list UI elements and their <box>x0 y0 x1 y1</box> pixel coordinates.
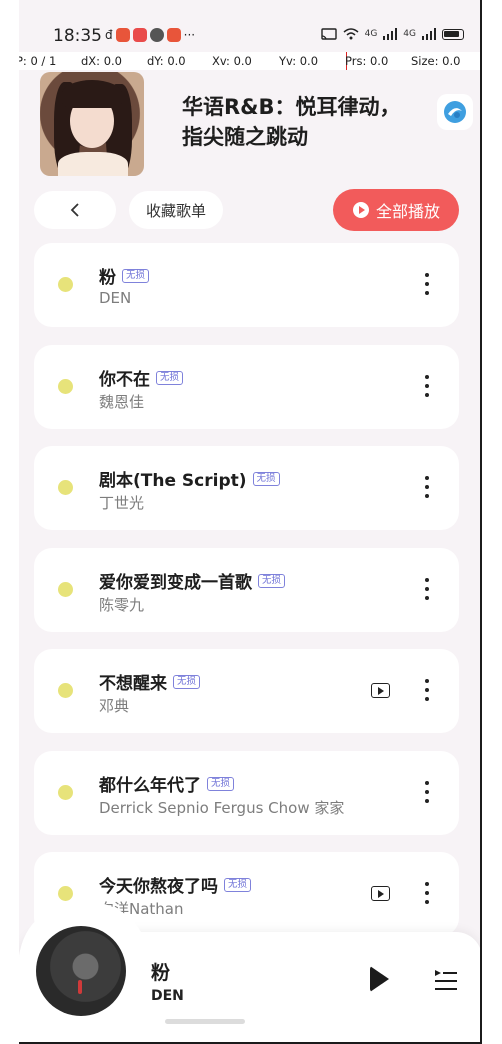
signal-bars-icon <box>383 28 398 40</box>
more-options-icon[interactable] <box>417 373 437 399</box>
debug-prs: Prs: 0.0 <box>345 54 389 68</box>
song-artist: 丁世光 <box>99 494 145 512</box>
song-status-dot <box>58 582 73 597</box>
chevron-left-icon <box>70 203 79 217</box>
song-title-row: 不想醒来 无损 <box>99 669 201 694</box>
avatar-notification-icon <box>149 28 164 42</box>
lossless-badge: 无损 <box>156 370 184 385</box>
now-playing-cover[interactable] <box>36 926 126 1016</box>
more-options-icon[interactable] <box>417 576 437 602</box>
lossless-badge: 无损 <box>224 877 252 892</box>
wifi-icon <box>343 28 359 40</box>
song-title-row: 爱你爱到变成一首歌 无损 <box>99 568 286 593</box>
playlist-title: 华语R&B：悦耳律动，指尖随之跳动 <box>182 95 401 149</box>
app-notification-icon <box>132 28 147 42</box>
favorite-playlist-button[interactable]: 收藏歌单 <box>129 191 223 229</box>
signal-label-1: 4G <box>364 29 378 39</box>
cast-icon <box>320 28 337 40</box>
song-status-dot <box>58 379 73 394</box>
home-indicator <box>165 1019 245 1024</box>
now-playing-title: 粉 <box>151 962 171 984</box>
now-playing-artist: DEN <box>151 988 184 1004</box>
more-options-icon[interactable] <box>417 779 437 805</box>
song-item[interactable]: 不想醒来 无损邓典 <box>34 649 459 733</box>
song-status-dot <box>58 886 73 901</box>
song-item[interactable]: 粉无损 DEN <box>34 243 459 327</box>
more-options-icon[interactable] <box>417 677 437 703</box>
song-title: 剧本(The Script) <box>99 471 247 491</box>
play-all-button[interactable]: 全部播放 <box>333 189 459 231</box>
signal-bars-icon-2 <box>422 28 436 40</box>
song-status-dot <box>58 785 73 800</box>
lossless-badge: 无损 <box>258 573 286 588</box>
lossless-badge: 无损 <box>122 268 150 283</box>
song-item[interactable]: 爱你爱到变成一首歌 无损陈零九 <box>34 548 459 632</box>
more-options-icon[interactable] <box>417 271 437 297</box>
play-circle-icon <box>352 202 369 218</box>
song-artist: 邓典 <box>99 697 130 715</box>
debug-yv: Yv: 0.0 <box>279 54 319 68</box>
lossless-badge: 无损 <box>207 776 235 791</box>
notification-icons: đ ··· <box>105 28 195 42</box>
more-notifications-icon: ··· <box>183 28 196 42</box>
signal-label-2: 4G <box>403 29 416 39</box>
song-title: 你不在 <box>99 370 150 390</box>
lossless-badge: 无损 <box>252 471 280 486</box>
lossless-badge: 无损 <box>173 674 201 689</box>
playlist-cover-image <box>40 72 144 176</box>
playlist-queue-button[interactable] <box>433 968 459 994</box>
more-options-icon[interactable] <box>417 880 437 906</box>
music-video-icon[interactable] <box>371 886 390 901</box>
song-title: 粉 <box>99 268 116 288</box>
song-item[interactable]: 都什么年代了 无损 Derrick Sepnio Fergus Chow 家家 <box>34 751 459 835</box>
song-artist: 陈零九 <box>99 596 145 614</box>
more-options-icon[interactable] <box>417 474 437 500</box>
debug-xv: Xv: 0.0 <box>212 54 252 68</box>
song-title-row: 都什么年代了 无损 <box>99 771 235 796</box>
status-bar: 18:35 đ ··· 4G 4G <box>19 22 480 50</box>
battery-icon <box>442 28 464 40</box>
song-artist: Derrick Sepnio Fergus Chow 家家 <box>99 799 345 817</box>
song-title: 都什么年代了 <box>99 776 201 796</box>
song-title-row: 你不在 无损 <box>99 365 184 390</box>
song-artist: DEN <box>99 289 132 307</box>
song-status-dot <box>58 480 73 495</box>
song-status-dot <box>58 683 73 698</box>
song-title-row: 今天你熬夜了吗 无损 <box>99 872 252 897</box>
app-logo-button[interactable] <box>437 94 473 130</box>
music-logo-icon <box>444 101 466 123</box>
debug-size: Size: 0.0 <box>411 54 461 68</box>
debug-dx: dX: 0.0 <box>81 54 122 68</box>
song-item[interactable]: 你不在 无损 魏恩佳 <box>34 345 459 429</box>
song-title: 今天你熬夜了吗 <box>99 877 218 897</box>
music-video-icon[interactable] <box>371 683 390 698</box>
song-artist: 魏恩佳 <box>99 393 145 411</box>
song-item[interactable]: 剧本(The Script) 无损丁世光 <box>34 446 459 530</box>
status-time: 18:35 <box>53 26 102 46</box>
play-all-label: 全部播放 <box>375 202 440 221</box>
song-status-dot <box>58 277 73 292</box>
queue-list-icon <box>435 970 457 990</box>
weibo-icon <box>115 28 130 42</box>
system-status-icons: 4G 4G <box>320 28 464 40</box>
app-screen: 18:35 đ ··· 4G 4G P: 0 / 1 dX: 0.0 dY: 0… <box>19 0 482 1044</box>
debug-pointer: P: 0 / 1 <box>19 54 57 68</box>
pointer-debug-overlay: P: 0 / 1 dX: 0.0 dY: 0.0 Xv: 0.0 Yv: 0.0… <box>19 52 480 70</box>
back-button[interactable] <box>34 191 116 229</box>
notification-d-icon: đ <box>105 28 113 42</box>
weibo-icon-2 <box>166 28 181 42</box>
play-button[interactable] <box>367 964 391 994</box>
debug-dy: dY: 0.0 <box>147 54 186 68</box>
song-title: 爱你爱到变成一首歌 <box>99 573 252 593</box>
song-title-row: 剧本(The Script) 无损 <box>99 466 280 491</box>
song-title-row: 粉无损 <box>99 263 150 288</box>
song-title: 不想醒来 <box>99 674 167 694</box>
